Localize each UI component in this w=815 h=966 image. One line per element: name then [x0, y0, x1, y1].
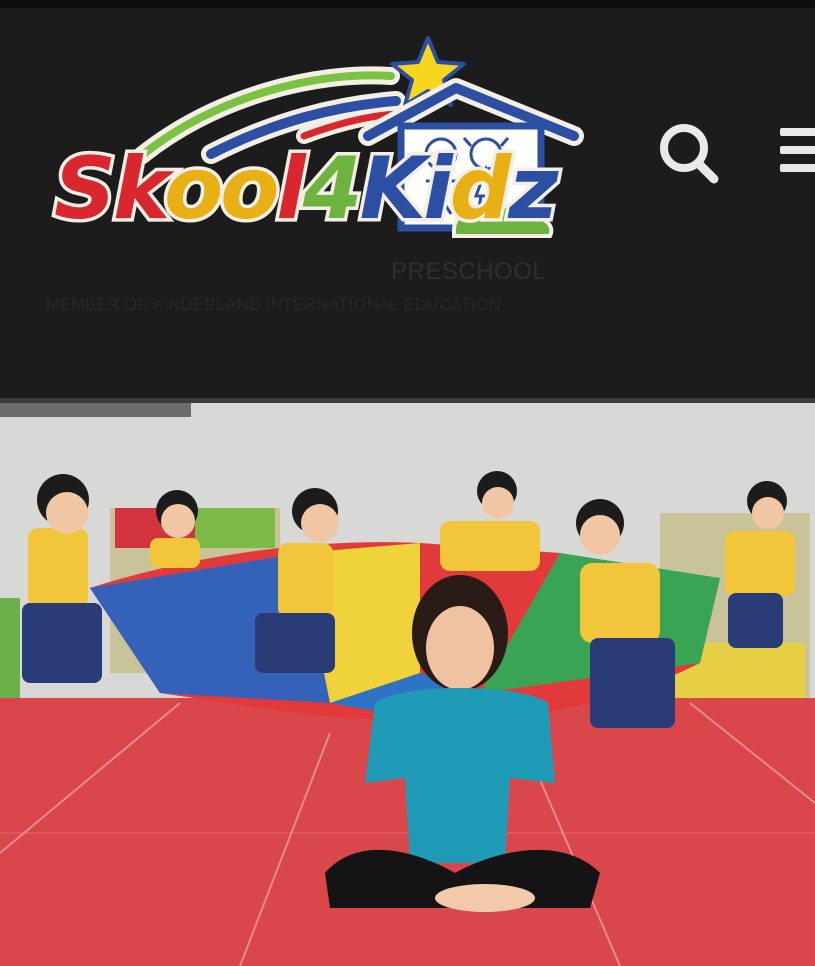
logo-subtitle: PRESCHOOL	[391, 258, 547, 285]
logo-tagline: MEMBER OF KINDERLAND INTERNATIONAL EDUCA…	[46, 296, 501, 314]
status-bar	[0, 0, 815, 8]
site-logo[interactable]: Skool4Kidz PRESCHOOL MEMBER OF KINDERLAN…	[36, 26, 596, 326]
search-button[interactable]	[656, 118, 722, 188]
hamburger-menu-icon	[780, 128, 815, 172]
logo-wordmark: Skool4Kidz	[51, 139, 562, 239]
search-icon	[660, 124, 719, 184]
hero-progress-indicator	[0, 403, 191, 417]
site-header: Skool4Kidz PRESCHOOL MEMBER OF KINDERLAN…	[0, 8, 815, 398]
hero-image	[0, 403, 815, 966]
menu-button[interactable]	[772, 122, 815, 182]
